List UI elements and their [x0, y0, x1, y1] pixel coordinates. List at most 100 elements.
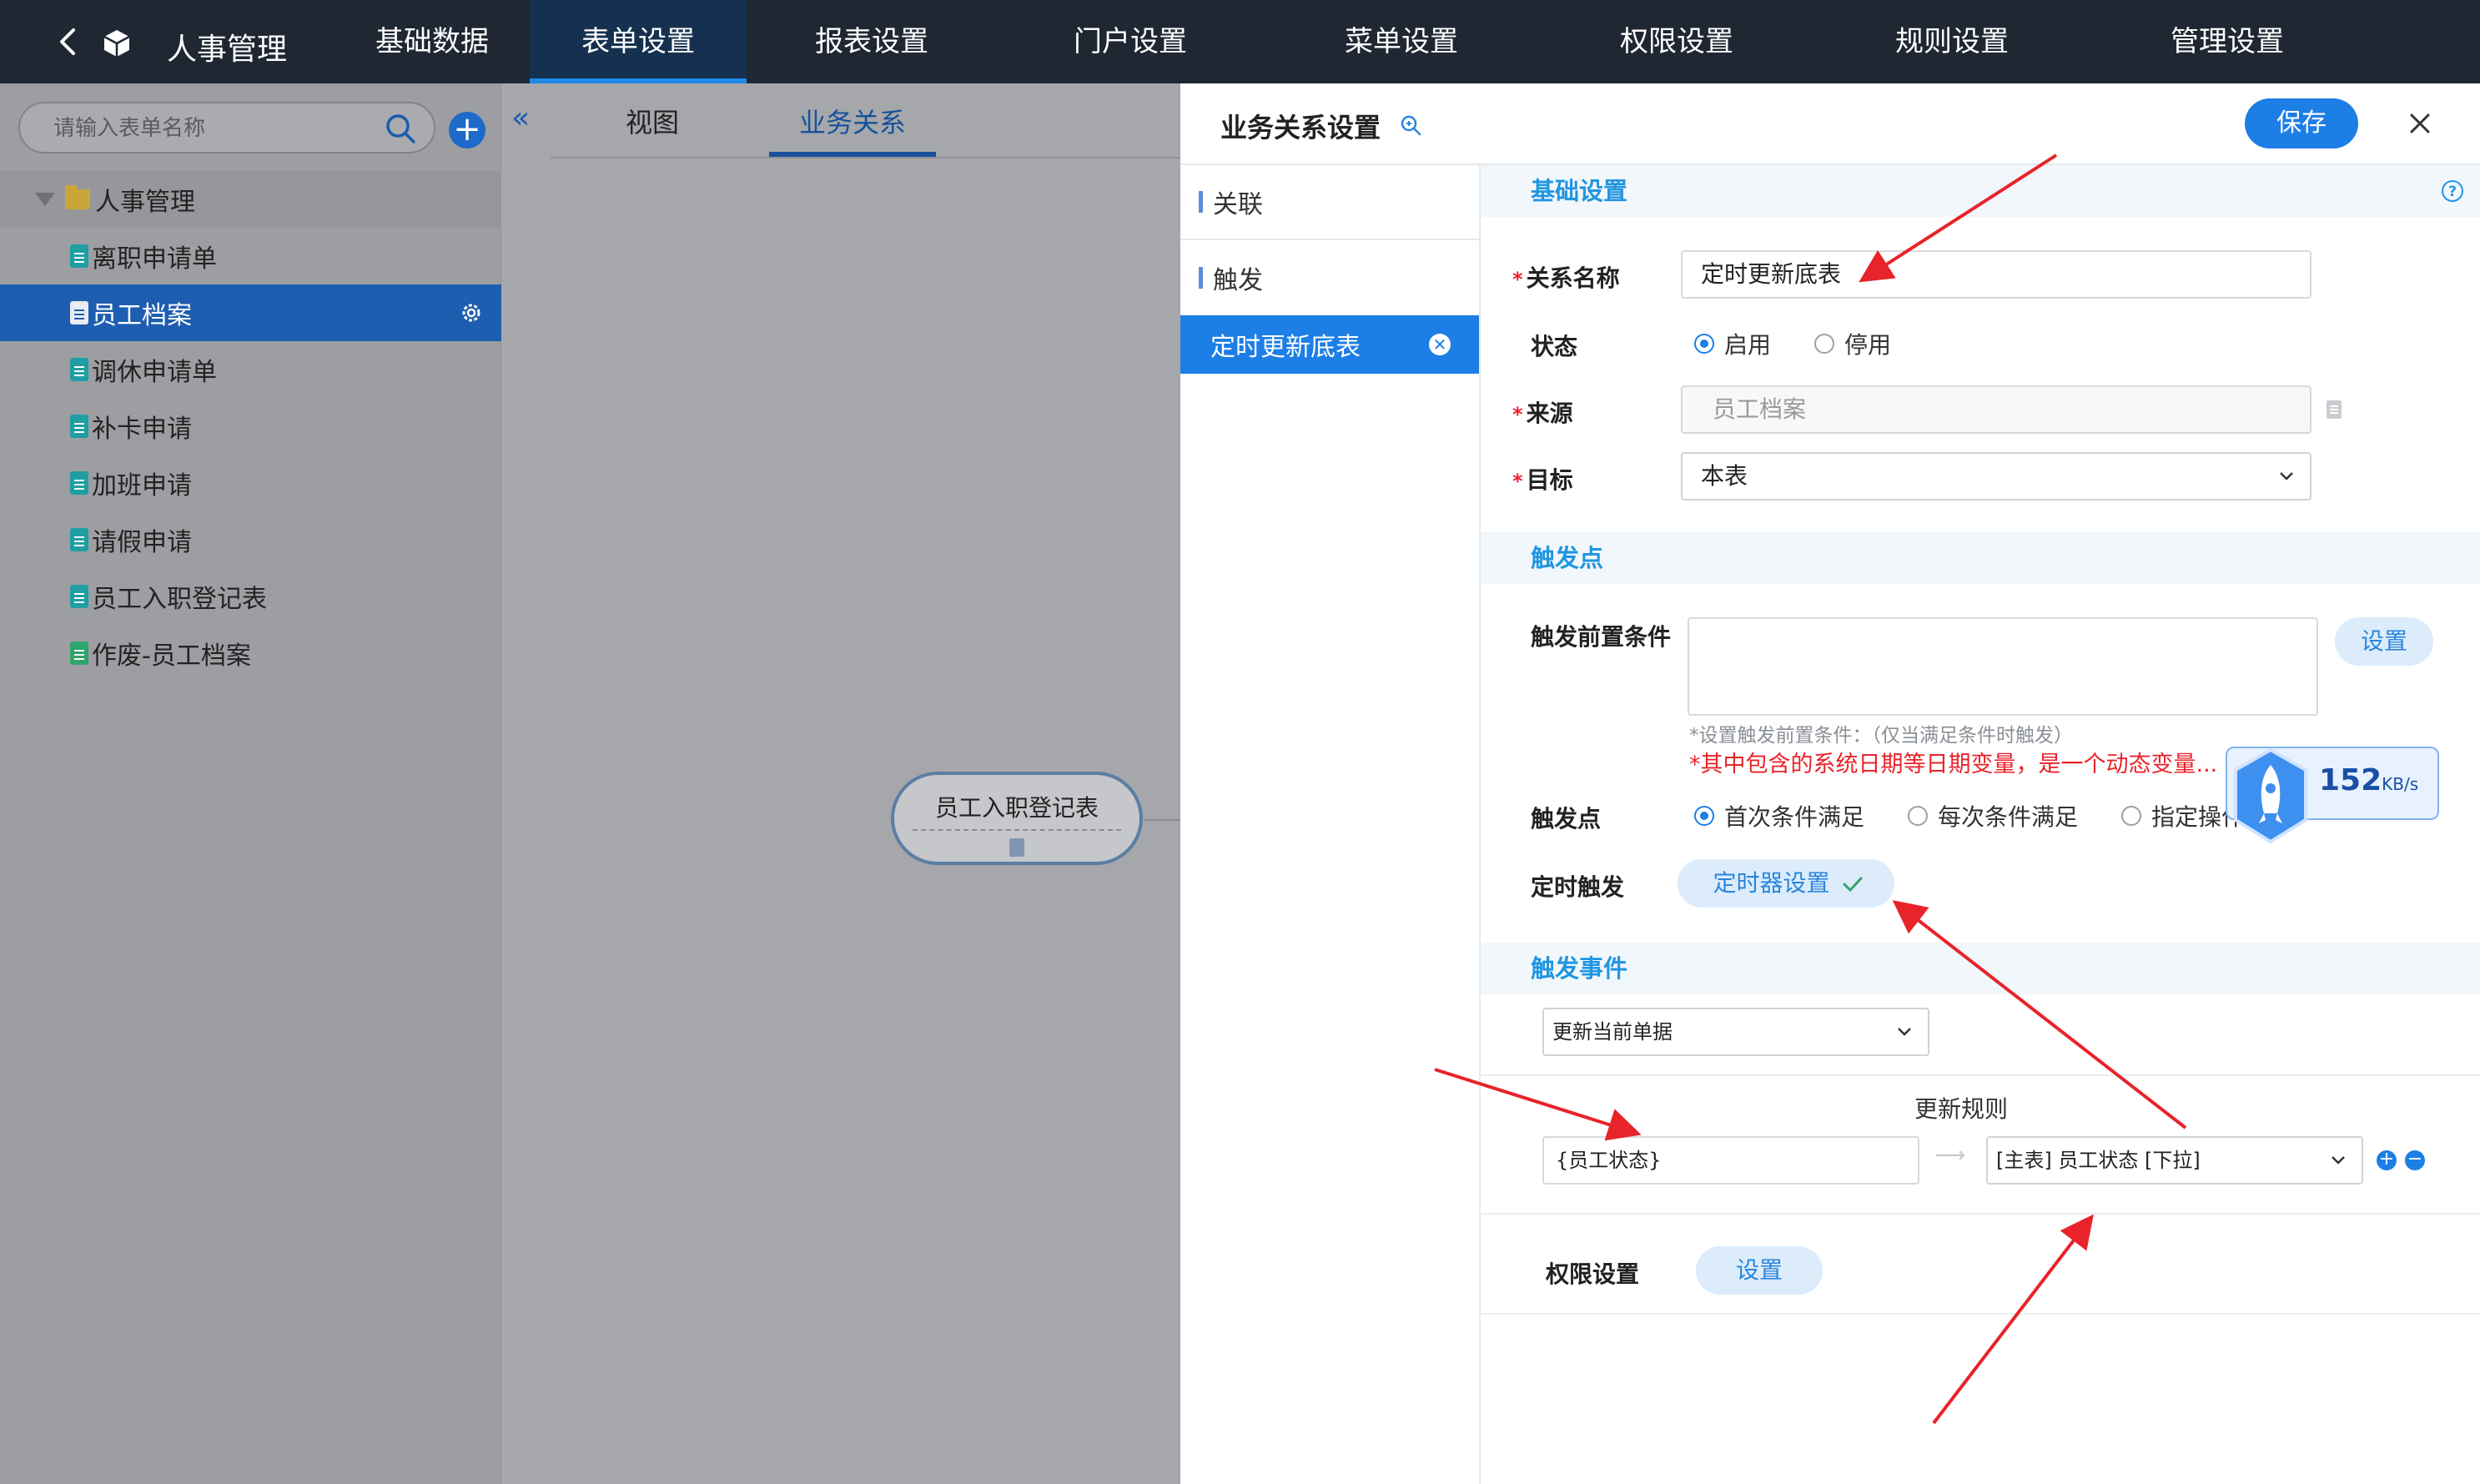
radio-dot	[1814, 334, 1835, 354]
chevron-down-icon	[2332, 1156, 2345, 1165]
section-title: 触发事件	[1531, 954, 1628, 983]
radio-dot	[1694, 334, 1714, 354]
trigger-first-radio[interactable]: 首次条件满足	[1694, 799, 1864, 833]
tab-business-relation[interactable]: 业务关系	[799, 102, 906, 140]
required-mark: *	[1512, 268, 1523, 291]
save-button[interactable]: 保存	[2245, 98, 2358, 148]
update-rule-title: 更新规则	[1914, 1095, 2009, 1123]
tree-item[interactable]: 补卡申请	[0, 398, 501, 455]
status-enabled-radio[interactable]: 启用	[1694, 327, 1771, 360]
form-node[interactable]: 员工入职登记表	[891, 772, 1143, 865]
tree-item[interactable]: 请假申请	[0, 511, 501, 568]
form-doc-icon	[70, 471, 88, 495]
folder-icon	[65, 185, 90, 209]
nav-form-settings[interactable]: 表单设置	[530, 0, 747, 83]
event-type-select[interactable]: 更新当前单据	[1542, 1008, 1929, 1056]
chevron-down-icon	[2280, 472, 2293, 480]
gear-icon[interactable]	[460, 301, 483, 324]
tree-item[interactable]: 加班申请	[0, 455, 501, 511]
tree-root-folder[interactable]: 人事管理	[0, 171, 501, 228]
canvas-tabs: 视图 业务关系	[551, 83, 1185, 158]
remove-rule-icon[interactable]: −	[2405, 1150, 2425, 1170]
tab-view[interactable]: 视图	[626, 102, 679, 140]
form-doc-icon	[70, 244, 88, 268]
remove-item-icon[interactable]: ✕	[1429, 334, 1451, 355]
tree-root-label: 人事管理	[95, 188, 195, 217]
status-disabled-radio[interactable]: 停用	[1814, 327, 1891, 360]
back-arrow-icon[interactable]	[52, 25, 85, 58]
status-radio-group: 启用 停用	[1694, 327, 1934, 360]
rule-target-value: [主表] 员工状态 [下拉]	[1996, 1149, 2201, 1172]
relation-form: 基础设置 ? * 关系名称 定时更新底表 状态 启用 停用 * 来源 员工档案 * 目…	[1481, 165, 2480, 1484]
tree-item-label: 员工档案	[92, 301, 192, 330]
source-text: 来源	[1526, 400, 1573, 427]
tree-item[interactable]: 作废-员工档案	[0, 625, 501, 682]
permission-set-button[interactable]: 设置	[1696, 1246, 1823, 1295]
nav-permission-settings[interactable]: 权限设置	[1539, 0, 1814, 83]
section-trigger-point: 触发点	[1481, 532, 2480, 584]
nav-menu-settings[interactable]: 菜单设置	[1264, 0, 1539, 83]
rule-target-field-select[interactable]: [主表] 员工状态 [下拉]	[1986, 1136, 2363, 1185]
timer-settings-label: 定时器设置	[1713, 869, 1830, 897]
precondition-textarea[interactable]	[1688, 617, 2318, 716]
expand-caret-icon[interactable]	[35, 193, 55, 206]
panel-header: 业务关系设置 保存	[1180, 83, 2480, 165]
date-variable-warning: *其中包含的系统日期等日期变量，是一个动态变量...	[1689, 752, 2218, 777]
collapse-sidebar-icon[interactable]: «	[506, 103, 536, 133]
zoom-search-icon[interactable]	[1399, 113, 1422, 137]
chevron-down-icon	[1898, 1028, 1911, 1036]
relation-canvas: 视图 业务关系 员工入职登记表	[502, 83, 1185, 1484]
subnav-relation[interactable]: 关联	[1180, 165, 1479, 240]
nav-rule-settings[interactable]: 规则设置	[1814, 0, 2090, 83]
section-title: 触发点	[1531, 544, 1604, 572]
target-label: * 目标	[1512, 462, 1573, 496]
tree-item-label: 加班申请	[92, 471, 192, 501]
active-tab-indicator	[769, 152, 936, 157]
precondition-set-button[interactable]: 设置	[2335, 617, 2433, 666]
nav-report-settings[interactable]: 报表设置	[747, 0, 997, 83]
form-tree-sidebar: + 人事管理 离职申请单 员工档案 调休申请单 补卡申请 加班申请 请假申请 员…	[0, 83, 501, 1484]
document-icon[interactable]	[2325, 399, 2343, 420]
required-mark: *	[1512, 470, 1523, 493]
search-icon[interactable]	[384, 112, 417, 145]
help-icon[interactable]: ?	[2440, 179, 2465, 204]
rocket-icon	[2234, 747, 2307, 844]
source-label: * 来源	[1512, 395, 1573, 429]
nav-admin-settings[interactable]: 管理设置	[2090, 0, 2365, 83]
tree-item-selected[interactable]: 员工档案	[0, 284, 501, 341]
add-form-button[interactable]: +	[449, 112, 485, 148]
radio-dot	[2121, 806, 2142, 826]
main-nav: 基础数据 表单设置 报表设置 门户设置 菜单设置 权限设置 规则设置 管理设置	[325, 0, 2365, 83]
radio-dot	[1694, 806, 1714, 826]
source-input: 员工档案	[1681, 385, 2311, 434]
add-rule-icon[interactable]: +	[2377, 1150, 2397, 1170]
tree-item[interactable]: 调休申请单	[0, 341, 501, 398]
app-cube-icon	[103, 30, 130, 57]
divider	[1481, 1313, 2480, 1315]
relation-name-text: 关系名称	[1526, 264, 1620, 292]
tree-item-label: 员工入职登记表	[92, 585, 267, 614]
permission-settings-label: 权限设置	[1546, 1260, 1640, 1288]
tree-item-label: 离职申请单	[92, 244, 217, 274]
subnav-item-selected[interactable]: 定时更新底表 ✕	[1180, 315, 1479, 374]
subnav-trigger[interactable]: 触发	[1180, 240, 1479, 315]
subnav-trigger-label: 触发	[1213, 266, 1263, 295]
rule-source-field-input[interactable]: {员工状态}	[1542, 1136, 1919, 1185]
section-basic-settings: 基础设置 ?	[1481, 165, 2480, 217]
form-doc-icon	[70, 301, 88, 324]
nav-portal-settings[interactable]: 门户设置	[997, 0, 1264, 83]
close-icon[interactable]	[2405, 108, 2435, 138]
check-icon	[1843, 877, 1863, 893]
timer-settings-button[interactable]: 定时器设置	[1678, 859, 1894, 908]
tree-item[interactable]: 员工入职登记表	[0, 568, 501, 625]
form-search-input[interactable]	[53, 113, 370, 143]
timer-trigger-label: 定时触发	[1531, 873, 1625, 901]
target-select[interactable]: 本表	[1681, 452, 2311, 501]
relation-name-input[interactable]: 定时更新底表	[1681, 250, 2311, 299]
trigger-every-radio[interactable]: 每次条件满足	[1908, 799, 2078, 833]
nav-basic-data[interactable]: 基础数据	[325, 0, 530, 83]
trigger-point-label: 触发点	[1531, 805, 1602, 833]
speed-unit: KB/s	[2382, 774, 2419, 794]
relation-type-nav: 关联 触发 定时更新底表 ✕	[1180, 165, 1481, 1484]
tree-item[interactable]: 离职申请单	[0, 228, 501, 284]
